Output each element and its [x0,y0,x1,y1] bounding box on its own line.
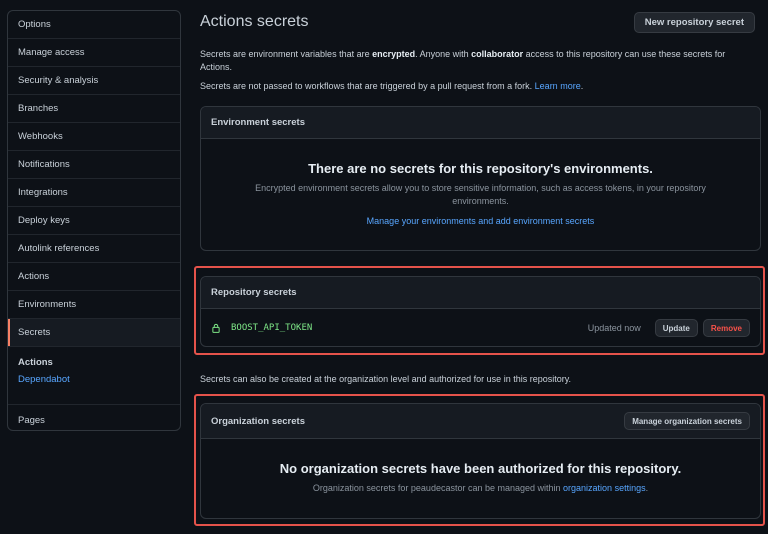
organization-secrets-header: Organization secrets Manage organization… [201,404,760,439]
secrets-description: Secrets are environment variables that a… [200,48,750,74]
sidebar-item-actions[interactable]: Actions [8,263,180,291]
sidebar-item-branches[interactable]: Branches [8,95,180,123]
fork-note-end: . [580,81,584,91]
sidebar-item-autolink-references[interactable]: Autolink references [8,235,180,263]
sidebar-item-environments[interactable]: Environments [8,291,180,319]
fork-note-text: Secrets are not passed to workflows that… [200,81,535,91]
description-bold-encrypted: encrypted [372,49,416,59]
secret-row: BOOST_API_TOKEN Updated now Update Remov… [201,309,760,346]
organization-secrets-blankslate: No organization secrets have been author… [201,461,760,495]
sidebar-group-dependabot[interactable]: Dependabot [18,374,170,385]
sidebar-group-actions[interactable]: Actions [18,357,170,368]
page: Options Manage access Security & analysi… [0,0,768,534]
settings-sidebar: Options Manage access Security & analysi… [7,10,181,431]
manage-organization-secrets-button[interactable]: Manage organization secrets [624,412,750,430]
organization-secrets-title: Organization secrets [211,415,305,427]
organization-blank-text-body: Organization secrets for peaudecastor ca… [312,483,564,493]
repository-secrets-title: Repository secrets [211,287,297,298]
organization-blank-text-end: . [645,483,649,493]
page-title: Actions secrets [200,13,309,30]
sidebar-item-security-analysis[interactable]: Security & analysis [8,67,180,95]
page-header: Actions secrets New repository secret [200,0,762,44]
main-content: Actions secrets New repository secret Se… [200,0,762,519]
sidebar-item-manage-access[interactable]: Manage access [8,39,180,67]
secret-updated-time: Updated now [587,323,641,333]
sidebar-item-pages[interactable]: Pages [8,405,180,430]
sidebar-item-secrets[interactable]: Secrets [8,319,180,347]
description-bold-collaborator: collaborator [471,49,524,59]
organization-settings-link[interactable]: organization settings [563,483,646,493]
sidebar-secrets-group: Actions Dependabot [8,347,180,405]
environment-secrets-title: Environment secrets [211,117,305,128]
secret-name: BOOST_API_TOKEN [231,323,313,333]
environment-secrets-blankslate: There are no secrets for this repository… [201,161,760,226]
environment-blank-text: Encrypted environment secrets allow you … [255,183,706,206]
update-secret-button[interactable]: Update [654,319,698,337]
lock-icon [212,323,220,333]
sidebar-item-notifications[interactable]: Notifications [8,151,180,179]
description-text: . Anyone with [415,49,472,59]
repository-secrets-header: Repository secrets [201,277,760,309]
fork-note: Secrets are not passed to workflows that… [200,80,762,93]
sidebar-item-deploy-keys[interactable]: Deploy keys [8,207,180,235]
manage-environments-link[interactable]: Manage your environments and add environ… [241,216,720,226]
organization-note: Secrets can also be created at the organ… [200,374,572,384]
description-text: Secrets are environment variables that a… [200,49,373,59]
new-repository-secret-button[interactable]: New repository secret [633,11,755,33]
organization-blank-text: Organization secrets for peaudecastor ca… [201,482,760,495]
environment-blank-title: There are no secrets for this repository… [308,161,653,176]
sidebar-item-webhooks[interactable]: Webhooks [8,123,180,151]
learn-more-link[interactable]: Learn more [535,81,581,91]
organization-secrets-box: Organization secrets Manage organization… [200,403,761,519]
organization-blank-title: No organization secrets have been author… [279,461,682,476]
sidebar-item-integrations[interactable]: Integrations [8,179,180,207]
environment-secrets-header: Environment secrets [201,107,760,139]
remove-secret-button[interactable]: Remove [702,319,750,337]
sidebar-item-options[interactable]: Options [8,11,180,39]
repository-secrets-box: Repository secrets BOOST_API_TOKEN Updat… [200,276,761,347]
environment-secrets-box: Environment secrets There are no secrets… [200,106,761,251]
